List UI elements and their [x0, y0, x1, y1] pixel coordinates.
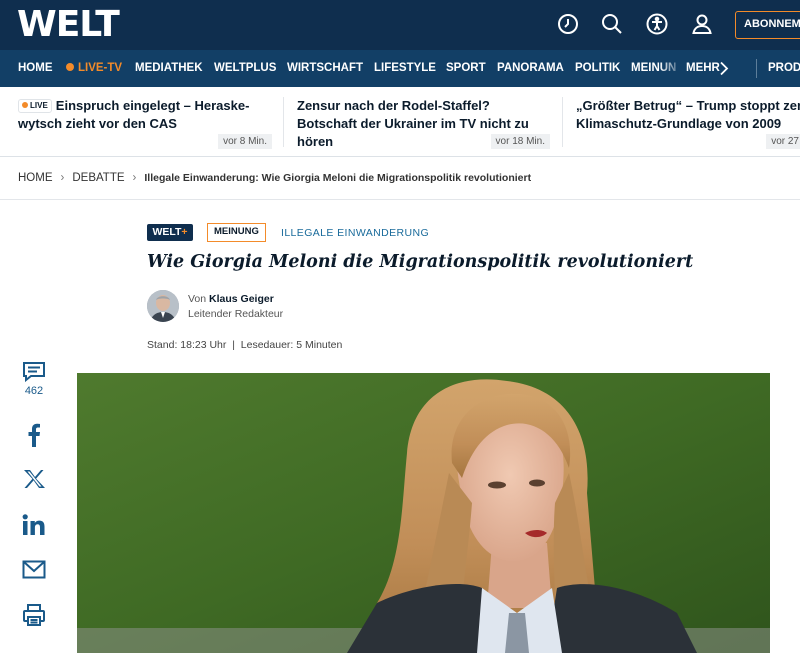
ticker-divider [283, 97, 284, 147]
live-dot-icon [22, 102, 28, 108]
ticker-item-time: vor 8 Min. [218, 134, 272, 149]
nav-divider [756, 59, 757, 78]
nav-item-lifestyle[interactable]: LIFESTYLE [374, 50, 436, 87]
meinung-badge: MEINUNG [207, 223, 266, 242]
comment-icon [20, 361, 48, 383]
search-icon[interactable] [600, 12, 624, 36]
ticker-item-time: vor 18 Min. [490, 134, 550, 149]
nav-item-mediathek[interactable]: MEDIATHEK [135, 50, 203, 87]
divider [0, 199, 800, 200]
nav-item-politik[interactable]: POLITIK [575, 50, 620, 87]
author-avatar[interactable] [147, 290, 179, 322]
topic-label[interactable]: ILLEGALE EINWANDERUNG [281, 227, 429, 239]
live-badge: LIVE [18, 99, 52, 113]
nav-item-produkte[interactable]: PROD [768, 50, 800, 87]
main-nav: HOME LIVE-TV MEDIATHEK WELTPLUS WIRTSCHA… [0, 50, 800, 87]
user-icon[interactable] [690, 12, 714, 36]
ticker-item-time: vor 27 [766, 134, 800, 149]
nav-item-panorama[interactable]: PANORAMA [497, 50, 564, 87]
print-icon[interactable] [20, 603, 48, 627]
accessibility-icon[interactable] [645, 12, 669, 36]
chevron-right-icon[interactable] [719, 61, 729, 81]
nav-fade [660, 50, 684, 87]
author-byline: Von Klaus Geiger [188, 293, 274, 305]
nav-item-wirtschaft[interactable]: WIRTSCHAFT [287, 50, 363, 87]
x-icon[interactable] [20, 469, 48, 489]
nav-item-live-tv-label: LIVE-TV [78, 62, 123, 74]
ticker-item[interactable]: Zensur nach der Rodel-Staffel? Botschaft… [297, 97, 550, 153]
breadcrumb: HOME › DEBATTE › Illegale Einwanderung: Wie … [18, 172, 531, 184]
top-header: WELT ABONNEM [0, 0, 800, 50]
ticker-divider [562, 97, 563, 147]
ticker-item-title: „Größter Betrug“ – Trump stoppt zent Klim… [576, 98, 800, 131]
chevron-right-icon: › [60, 172, 65, 184]
nav-item-mehr-label: MEHR [686, 62, 720, 74]
comment-count: 462 [24, 385, 44, 397]
ticker-item-title: LIVE Einspruch eingelegt – Heraske-wytsch… [18, 98, 250, 131]
ticker-item[interactable]: LIVE Einspruch eingelegt – Heraske-wytsch… [18, 97, 272, 153]
author-name[interactable]: Klaus Geiger [209, 293, 274, 305]
nav-item-mehr[interactable]: MEHR [686, 50, 720, 87]
clock-icon[interactable] [556, 12, 580, 36]
comment-button[interactable]: 462 [20, 361, 48, 397]
facebook-icon[interactable] [20, 423, 48, 447]
article-meta: Stand: 18:23 Uhr | Lesedauer: 5 Minuten [147, 339, 343, 351]
ticker-item[interactable]: „Größter Betrug“ – Trump stoppt zent Klim… [576, 97, 800, 153]
nav-item-sport[interactable]: SPORT [446, 50, 486, 87]
breadcrumb-home[interactable]: HOME [18, 172, 53, 184]
breadcrumb-debatte[interactable]: DEBATTE [72, 172, 124, 184]
welt-logo[interactable]: WELT [17, 5, 120, 45]
news-ticker: LIVE Einspruch eingelegt – Heraske-wytsch… [0, 87, 800, 157]
nav-item-weltplus[interactable]: WELTPLUS [214, 50, 276, 87]
subscribe-button[interactable]: ABONNEM [735, 11, 800, 39]
article-hero-image[interactable] [77, 373, 770, 653]
linkedin-icon[interactable] [20, 514, 48, 536]
mail-icon[interactable] [20, 560, 48, 579]
chevron-right-icon: › [132, 172, 137, 184]
nav-item-home[interactable]: HOME [18, 50, 53, 87]
author-role: Leitender Redakteur [188, 308, 284, 320]
nav-item-live-tv[interactable]: LIVE-TV [66, 50, 122, 87]
live-dot-icon [66, 63, 74, 71]
breadcrumb-current: Illegale Einwanderung: Wie Giorgia Melon… [144, 172, 532, 184]
article-headline: Wie Giorgia Meloni die Migrationspolitik… [147, 252, 694, 272]
weltplus-badge: WELT+ [147, 224, 193, 241]
